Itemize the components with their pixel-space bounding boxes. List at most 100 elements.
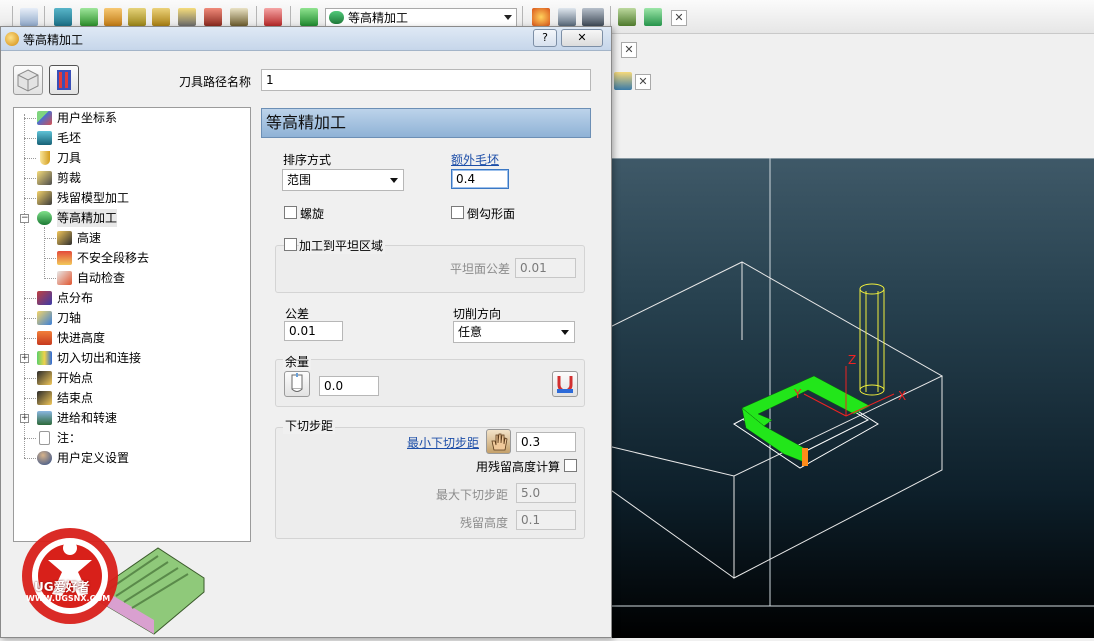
hand-button[interactable]	[486, 429, 511, 454]
calculator-icon[interactable]	[558, 8, 576, 26]
rapid-move-icon	[37, 331, 52, 345]
axes-icon[interactable]	[644, 8, 662, 26]
tool-icon[interactable]	[104, 8, 122, 26]
max-stepdown-label: 最大下切步距	[436, 488, 509, 502]
sort-select-value: 范围	[287, 173, 312, 187]
min-stepdown-input[interactable]: 0.3	[516, 432, 576, 452]
close-icon[interactable]: ✕	[635, 74, 651, 90]
spiral-checkbox[interactable]	[284, 206, 297, 219]
machine-icon[interactable]	[614, 72, 632, 90]
feature-icon[interactable]	[204, 8, 222, 26]
limits-icon	[37, 171, 52, 185]
boundary-icon[interactable]	[152, 8, 170, 26]
tool-profile-icon	[291, 373, 303, 392]
toolbar-separator	[610, 6, 611, 28]
pattern-icon[interactable]	[178, 8, 196, 26]
watermark-logo: UG爱好者 WWW.UGSNX.COM	[8, 518, 208, 638]
max-stepdown-input[interactable]: 5.0	[516, 483, 576, 503]
stock-wireframe	[608, 261, 944, 579]
user-settings-icon	[37, 451, 52, 465]
stock-icon[interactable]	[54, 8, 72, 26]
allowance-label: 余量	[283, 353, 312, 370]
use-scallop-label: 用残留高度计算	[476, 460, 561, 474]
component-allowance-button[interactable]	[552, 371, 578, 397]
dialog-titlebar[interactable]: 等高精加工 ? ✕	[1, 27, 611, 51]
film-icon[interactable]	[582, 8, 604, 26]
cut-direction-select[interactable]: 任意	[453, 321, 575, 343]
preview-button[interactable]	[13, 65, 43, 95]
model-view: Z Y X	[608, 158, 1094, 607]
path-name-input[interactable]: 1	[261, 69, 591, 91]
document-icon[interactable]	[20, 8, 38, 26]
allowance-mode-button[interactable]	[284, 371, 310, 397]
cut-direction-label: 切削方向	[453, 307, 502, 321]
axis-x-label: X	[898, 389, 906, 403]
auto-check-icon	[57, 271, 72, 285]
toolbar-separator	[522, 6, 523, 28]
undercut-checkbox[interactable]	[451, 206, 464, 219]
tree-item-label: 用户坐标系	[57, 111, 118, 125]
toolbar-separator	[256, 6, 257, 28]
hand-icon	[491, 433, 508, 451]
tree-item-label: 进给和转速	[57, 411, 118, 425]
start-point-icon	[37, 371, 52, 385]
close-icon[interactable]: ✕	[621, 42, 637, 58]
watermark-brand: UG爱好者	[34, 580, 90, 594]
flat-area-checkbox[interactable]	[284, 238, 297, 251]
tolerance-input[interactable]: 0.01	[284, 321, 343, 341]
tree-item-label: 毛坯	[57, 131, 82, 145]
sort-select[interactable]: 范围	[282, 169, 404, 191]
help-button[interactable]: ?	[533, 29, 557, 47]
toolbar-separator	[44, 6, 45, 28]
tree-item-label: 开始点	[57, 371, 94, 385]
dialog-title: 等高精加工	[23, 33, 84, 47]
rest-model-icon	[37, 191, 52, 205]
spiral-label: 螺旋	[300, 207, 325, 221]
tool-wireframe	[859, 283, 885, 396]
watermark-url: WWW.UGSNX.COM	[26, 594, 111, 603]
strategy-select[interactable]: 等高精加工	[325, 8, 517, 27]
fixture-icon[interactable]	[618, 8, 636, 26]
workplane-icon[interactable]	[80, 8, 98, 26]
strategy-tree: − + + 用户坐标系 毛坯 刀具 剪裁 残留模型加工 等高精加工 高速 不安全…	[13, 107, 251, 542]
close-button[interactable]: ✕	[561, 29, 603, 47]
tree-item-label: 点分布	[57, 291, 94, 305]
extra-stock-link[interactable]: 额外毛坯	[451, 151, 499, 168]
expand-icon[interactable]: +	[20, 414, 29, 423]
collapse-icon[interactable]: −	[20, 214, 29, 223]
magnet-icon	[557, 376, 573, 393]
magnet-icon[interactable]	[264, 8, 282, 26]
tree-item-label: 剪裁	[57, 171, 82, 185]
tree-item-label: 结束点	[57, 391, 94, 405]
tool-icon	[40, 151, 50, 165]
flat-tolerance-input[interactable]: 0.01	[515, 258, 576, 278]
section-title: 等高精加工	[261, 108, 591, 138]
block-icon	[17, 69, 39, 92]
graphics-viewport[interactable]: Z Y X	[608, 158, 1094, 638]
use-scallop-checkbox[interactable]	[564, 459, 577, 472]
close-icon[interactable]: ✕	[671, 10, 687, 26]
tolerance-label: 公差	[285, 307, 310, 321]
sub-toolbar: ✕	[612, 36, 642, 66]
scallop-label: 残留高度	[460, 516, 509, 530]
leads-links-icon	[37, 351, 52, 365]
allowance-input[interactable]: 0.0	[319, 376, 379, 396]
toolbar-separator	[290, 6, 291, 28]
strategy-icon	[5, 32, 19, 46]
toolpath-preview-button[interactable]	[49, 65, 79, 95]
undercut-label: 倒勾形面	[467, 207, 516, 221]
min-stepdown-link[interactable]: 最小下切步距	[407, 434, 479, 451]
sort-label: 排序方式	[283, 153, 332, 167]
starburst-icon[interactable]	[532, 8, 550, 26]
tree-item-label: 切入切出和连接	[57, 351, 142, 365]
tool-holder-icon[interactable]	[128, 8, 146, 26]
tree-item-label: 注：	[57, 431, 82, 445]
scallop-input[interactable]: 0.1	[516, 510, 576, 530]
chevron-down-icon	[504, 15, 512, 20]
sub-toolbar: ✕	[612, 66, 654, 96]
strategy-icon[interactable]	[300, 8, 318, 26]
level-icon[interactable]	[230, 8, 248, 26]
expand-icon[interactable]: +	[20, 354, 29, 363]
axis-y-label: Y	[793, 387, 802, 401]
extra-stock-input[interactable]: 0.4	[451, 169, 509, 189]
